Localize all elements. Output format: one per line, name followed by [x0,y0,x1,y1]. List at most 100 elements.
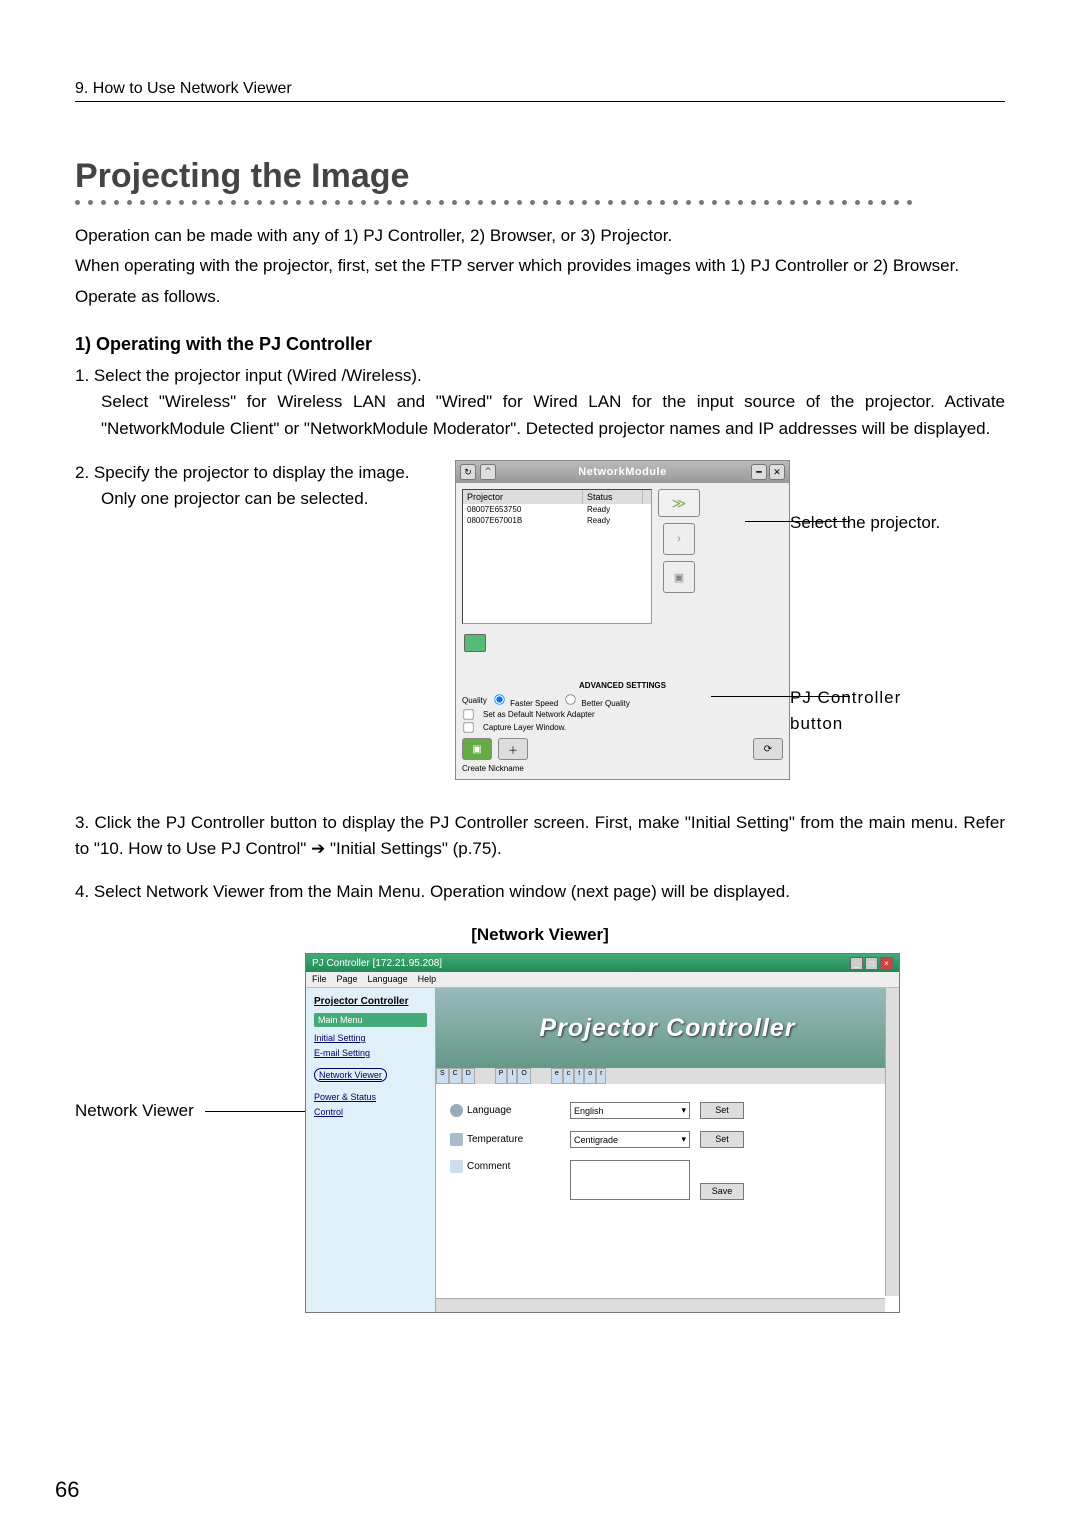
close-icon[interactable]: × [880,957,893,970]
projector-list[interactable]: Projector Status 08007E653750 Ready 0800… [462,489,652,624]
cell-status: Ready [583,504,643,515]
capture-layer-checkbox[interactable]: Capture Layer Window. [462,721,783,734]
menu-page[interactable]: Page [337,974,358,985]
sidebar-network-viewer[interactable]: Network Viewer [314,1068,387,1082]
step-2-row: 2. Specify the projector to display the … [75,460,1005,780]
chevron-down-icon: ▾ [681,1134,686,1145]
sidebar-email-setting[interactable]: E-mail Setting [314,1048,427,1058]
thermometer-icon [450,1133,463,1146]
set-button[interactable]: Set [700,1131,744,1148]
list-row[interactable]: 08007E653750 Ready [463,504,651,515]
vertical-scrollbar[interactable] [885,988,899,1296]
page-number: 66 [55,1477,79,1503]
col-status: Status [583,490,643,504]
reload-icon[interactable]: ↻ [460,464,476,480]
intro-p3: Operate as follows. [75,284,1005,310]
sidebar-initial-setting[interactable]: Initial Setting [314,1033,427,1043]
language-select[interactable]: English▾ [570,1102,690,1119]
pj-titlebar: PJ Controller [172.21.95.208] _ □ × [306,954,899,972]
decorative-dots [75,200,1005,205]
label-language: Language [467,1105,512,1116]
menu-file[interactable]: File [312,974,327,985]
cell-proj: 08007E653750 [463,504,583,515]
row-language: Language English▾ Set [450,1102,885,1119]
tab[interactable]: S [436,1068,449,1084]
close-icon[interactable]: ✕ [769,464,785,480]
user-icon[interactable] [464,634,486,652]
step-1: 1. Select the projector input (Wired /Wi… [75,363,1005,442]
faster-speed-radio[interactable]: Faster Speed [493,693,558,708]
tab[interactable]: t [574,1068,584,1084]
set-button[interactable]: Set [700,1102,744,1119]
nm-titlebar: ↻ ⌃ NetworkModule ━ ✕ [456,461,789,483]
cell-proj: 08007E67001B [463,515,583,526]
pj-banner: Projector Controller [436,988,899,1068]
menu-help[interactable]: Help [418,974,437,985]
minimize-icon[interactable]: _ [850,957,863,970]
row-comment: Comment Save [450,1160,885,1200]
pj-menubar: File Page Language Help [306,972,899,988]
subheading-1: 1) Operating with the PJ Controller [75,334,1005,355]
tab[interactable]: P [495,1068,508,1084]
quality-label: Quality [462,696,487,705]
temperature-select[interactable]: Centigrade▾ [570,1131,690,1148]
presenter-icon[interactable]: ▣ [663,561,695,593]
pj-title-text: PJ Controller [172.21.95.208] [312,958,442,969]
globe-icon [450,1104,463,1117]
maximize-icon[interactable]: □ [865,957,878,970]
step-2-body: Only one projector can be selected. [75,486,445,512]
col-projector: Projector [463,490,583,504]
add-button[interactable]: ＋ [498,738,528,760]
chapter-heading: 9. How to Use Network Viewer [75,80,1005,102]
pj-controller-button[interactable]: ⟳ [753,738,783,760]
tab[interactable]: e [551,1068,563,1084]
label-comment: Comment [467,1161,510,1172]
pj-banner-text: Projector Controller [539,1014,795,1043]
intro-p2: When operating with the projector, first… [75,253,1005,279]
tab[interactable]: c [563,1068,575,1084]
step-2: 2. Specify the projector to display the … [75,460,445,513]
create-nickname-link[interactable]: Create Nickname [462,764,783,773]
label-temperature: Temperature [467,1134,523,1145]
callout-select-projector: Select the projector. [790,510,940,536]
tab[interactable]: D [462,1068,475,1084]
apply-button[interactable]: ▣ [462,738,492,760]
horizontal-scrollbar[interactable] [436,1298,885,1312]
minimize-icon[interactable]: ━ [751,464,767,480]
list-row[interactable]: 08007E67001B Ready [463,515,651,526]
tab[interactable]: C [449,1068,462,1084]
menu-language[interactable]: Language [368,974,408,985]
default-adapter-checkbox[interactable]: Set as Default Network Adapter [462,708,783,721]
cell-status: Ready [583,515,643,526]
nm-title: NetworkModule [578,466,666,478]
save-button[interactable]: Save [700,1183,744,1200]
step-1-lead: 1. Select the projector input (Wired /Wi… [75,366,422,385]
network-viewer-figure: Network Viewer PJ Controller [172.21.95.… [75,953,1005,1313]
step-2-lead: 2. Specify the projector to display the … [75,463,410,482]
better-quality-radio[interactable]: Better Quality [564,693,630,708]
pj-sidebar: Projector Controller Main Menu Initial S… [306,988,436,1312]
tab[interactable]: r [596,1068,606,1084]
intro-p1: Operation can be made with any of 1) PJ … [75,223,1005,249]
advanced-settings-label: ADVANCED SETTINGS [462,681,783,690]
tab[interactable]: O [517,1068,530,1084]
network-viewer-heading: [Network Viewer] [75,925,1005,945]
pj-tabs: SCD PIO ector [436,1068,899,1084]
sidebar-title: Projector Controller [314,996,427,1007]
sidebar-power-status[interactable]: Power & Status [314,1092,427,1102]
page-title: Projecting the Image [75,157,1005,196]
networkmodule-window: ↻ ⌃ NetworkModule ━ ✕ Projector Status [455,460,790,780]
tab[interactable]: o [584,1068,596,1084]
step-3: 3. Click the PJ Controller button to dis… [75,810,1005,863]
wifi-icon[interactable]: ⌃ [480,464,496,480]
step-1-body: Select "Wireless" for Wireless LAN and "… [75,389,1005,442]
sidebar-main-menu[interactable]: Main Menu [314,1013,427,1027]
tab[interactable]: I [507,1068,517,1084]
comment-icon [450,1160,463,1173]
network-viewer-label: Network Viewer [75,953,305,1121]
play-button[interactable]: › [663,523,695,555]
play-all-button[interactable]: ≫ [658,489,700,517]
pj-main-panel: Projector Controller SCD PIO ector Langu… [436,988,899,1312]
comment-textarea[interactable] [570,1160,690,1200]
sidebar-control[interactable]: Control [314,1107,427,1117]
